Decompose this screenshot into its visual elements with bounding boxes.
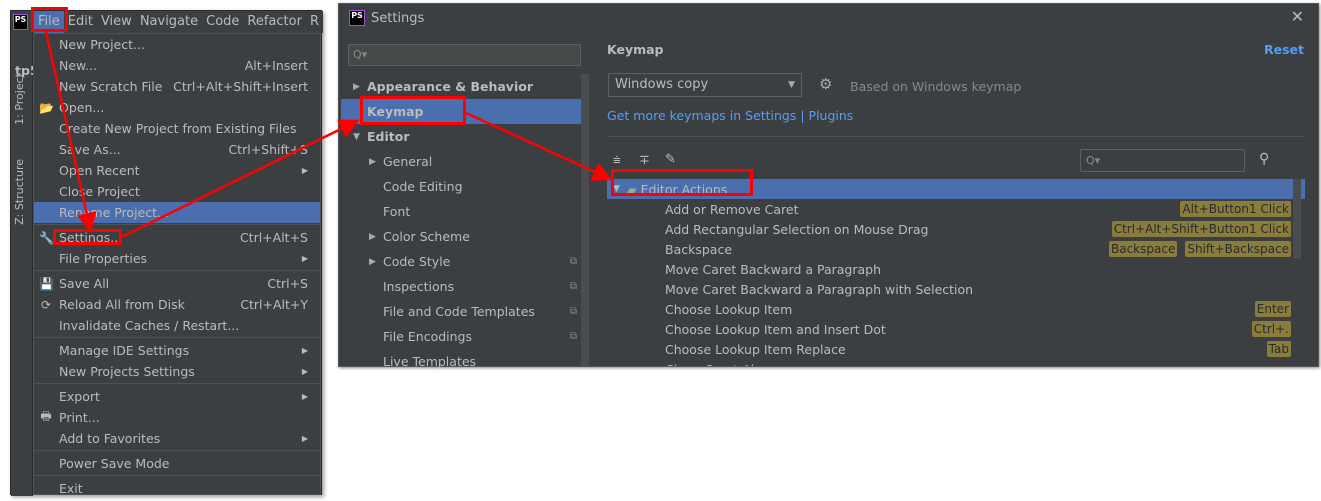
arrow-file-to-settings xyxy=(44,31,97,233)
annotation-arrows xyxy=(44,31,613,239)
arrow-settings-to-keymap xyxy=(121,119,360,239)
arrow-keymap-to-editor-actions xyxy=(465,111,613,181)
